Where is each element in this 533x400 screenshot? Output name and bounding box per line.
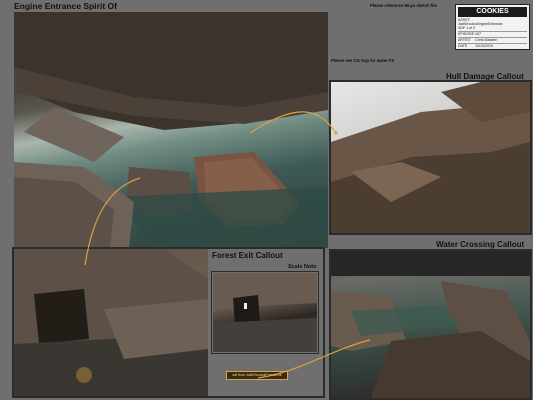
studio-logo: COOKIES bbox=[458, 7, 527, 17]
hull-damage-image bbox=[331, 82, 530, 233]
scale-note-label: Scale Note: bbox=[288, 264, 318, 270]
main-scene-image bbox=[14, 12, 328, 248]
artist-label: ARTIST bbox=[458, 38, 471, 42]
date-label: DATE bbox=[458, 44, 468, 48]
sheet-value: SDF 1 of 2 bbox=[458, 26, 476, 30]
scale-note-image bbox=[213, 273, 317, 352]
title-block: COOKIES ASSET: JadiOrculusEngineEntrance… bbox=[455, 4, 530, 50]
water-fx-note: Please see CG Sup for water FX bbox=[331, 58, 395, 63]
page-title: Engine Entrance Spirit Of bbox=[14, 1, 117, 11]
episode-value: 107 bbox=[475, 32, 481, 36]
forest-callout-title: Forest Exit Callout bbox=[212, 251, 283, 260]
scale-artwork bbox=[213, 273, 317, 352]
water-callout-title: Water Crossing Callout bbox=[436, 240, 525, 249]
main-scene-artwork bbox=[14, 12, 328, 248]
forest-exit-image bbox=[14, 249, 208, 396]
forest-artwork bbox=[14, 249, 208, 396]
artist-value: Chris Madden bbox=[475, 38, 498, 42]
water-artwork bbox=[331, 251, 530, 398]
episode-label: EPISODE: bbox=[458, 32, 475, 36]
forest-exit-note: sdf from JadiOrculusForestExit bbox=[226, 371, 288, 380]
hull-artwork bbox=[331, 82, 530, 233]
date-value: 10/15/2019 bbox=[475, 44, 493, 48]
water-crossing-image bbox=[331, 251, 530, 398]
reference-note: Please reference Moya sketch file bbox=[370, 3, 437, 8]
